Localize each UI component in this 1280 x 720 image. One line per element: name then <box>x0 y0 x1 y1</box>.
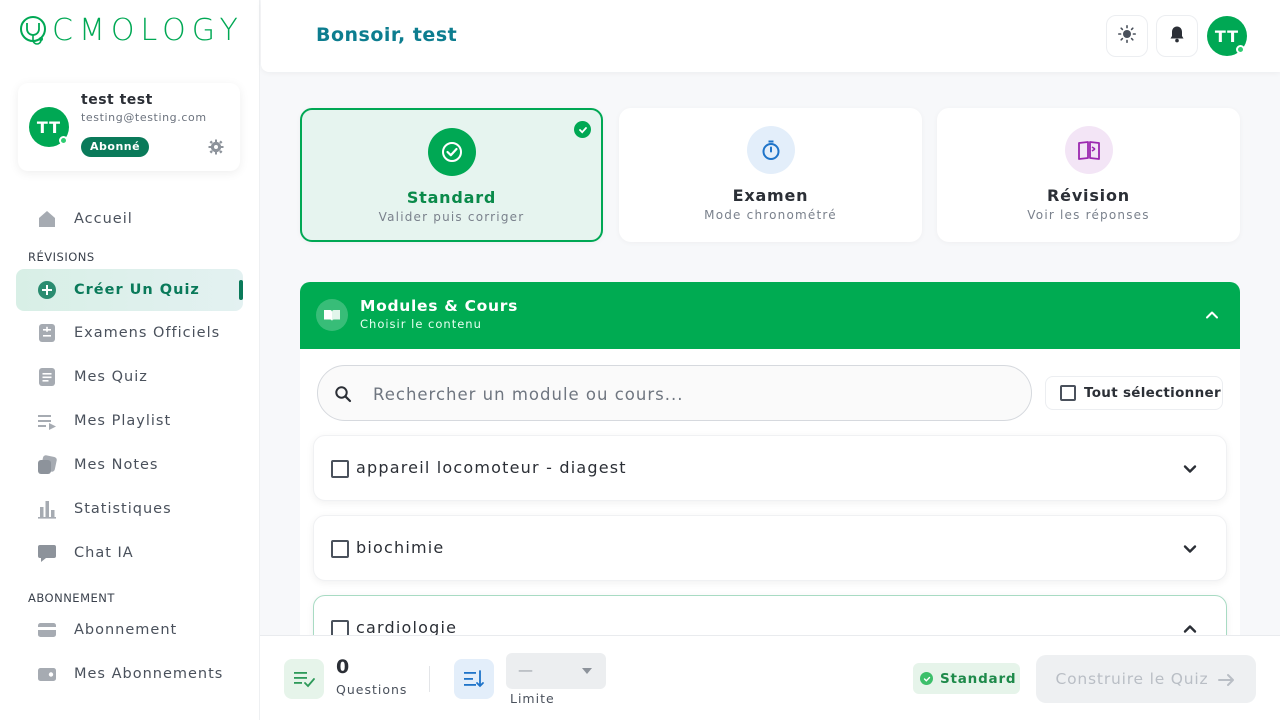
panel-subtitle: Choisir le contenu <box>360 317 482 331</box>
sidebar-item-mes-abonnements[interactable]: Mes Abonnements <box>16 653 243 695</box>
plus-circle-icon <box>37 280 57 300</box>
sidebar-item-label: Statistiques <box>74 501 172 517</box>
panel-title: Modules & Cours <box>360 297 518 315</box>
wallet-icon <box>37 664 57 684</box>
selected-check-icon <box>574 121 591 138</box>
module-label: appareil locomoteur - diagest <box>356 458 627 477</box>
select-all-button[interactable]: Tout sélectionner <box>1045 376 1223 410</box>
sidebar-section-abonnement: ABONNEMENT <box>28 591 115 605</box>
sidebar-item-label: Chat IA <box>74 545 134 561</box>
sidebar-item-examens-officiels[interactable]: Examens Officiels <box>16 312 243 354</box>
question-count-label: Questions <box>336 682 408 697</box>
chat-icon <box>37 543 57 563</box>
sidebar-item-creer-quiz[interactable]: Créer Un Quiz <box>16 269 243 311</box>
modules-panel-header[interactable]: Modules & Cours Choisir le contenu <box>300 282 1240 349</box>
limit-select[interactable]: — <box>506 653 606 689</box>
sidebar-item-abonnement[interactable]: Abonnement <box>16 609 243 651</box>
module-label: biochimie <box>356 538 445 557</box>
notes-icon <box>37 455 57 475</box>
mode-card-standard[interactable]: Standard Valider puis corriger <box>300 108 603 242</box>
status-badge: Abonné <box>81 137 150 157</box>
sidebar-item-label: Examens Officiels <box>74 325 221 341</box>
module-search <box>317 365 1032 421</box>
calculator-icon <box>37 323 57 343</box>
avatar-initials: TT <box>1214 26 1240 46</box>
greeting: Bonsoir, test <box>316 24 458 46</box>
check-circle-icon <box>920 672 933 685</box>
select-all-label: Tout sélectionner <box>1084 385 1221 401</box>
sidebar-item-mes-quiz[interactable]: Mes Quiz <box>16 356 243 398</box>
quiz-builder-bar: 0 Questions — Limite Standard Construire… <box>260 635 1280 720</box>
build-quiz-button[interactable]: Construire le Quiz <box>1036 655 1256 703</box>
select-all-checkbox[interactable] <box>1060 385 1076 401</box>
chevron-down-icon[interactable] <box>1182 461 1198 477</box>
sidebar-item-accueil[interactable]: Accueil <box>16 198 243 240</box>
caret-down-icon <box>582 668 592 674</box>
book-icon <box>316 299 348 331</box>
document-icon <box>37 367 57 387</box>
chevron-up-icon[interactable] <box>1204 307 1220 323</box>
sort-icon <box>454 659 494 699</box>
brand-name: CMOLOGY <box>52 13 244 48</box>
module-row[interactable]: appareil locomoteur - diagest <box>313 435 1227 501</box>
theme-toggle-button[interactable] <box>1106 15 1148 57</box>
mode-title: Standard <box>406 188 497 207</box>
sidebar-item-label: Créer Un Quiz <box>74 282 200 298</box>
bar-chart-icon <box>37 499 57 519</box>
mode-card-revision[interactable]: Révision Voir les réponses <box>937 108 1240 242</box>
online-status-dot <box>1236 45 1245 54</box>
sidebar-item-label: Mes Playlist <box>74 413 172 429</box>
mode-title: Examen <box>732 186 809 205</box>
limit-value: — <box>518 661 533 679</box>
open-book-icon <box>1064 126 1113 174</box>
mode-card-examen[interactable]: Examen Mode chronométré <box>619 108 922 242</box>
profile-card: TT test test testing@testing.com Abonné <box>18 83 240 171</box>
bell-icon <box>1168 25 1186 47</box>
question-count: 0 <box>336 656 350 678</box>
current-mode-badge: Standard <box>913 663 1020 694</box>
credit-card-icon <box>37 620 57 640</box>
sidebar-item-label: Abonnement <box>74 622 178 638</box>
online-status-dot <box>59 136 68 145</box>
limit-label: Limite <box>510 691 555 706</box>
playlist-icon <box>37 411 57 431</box>
chevron-down-icon[interactable] <box>1182 541 1198 557</box>
sidebar-item-label: Mes Quiz <box>74 369 148 385</box>
sidebar: CMOLOGY TT test test testing@testing.com… <box>0 0 260 720</box>
arrow-right-icon <box>1218 672 1236 686</box>
divider <box>429 666 430 692</box>
module-checkbox[interactable] <box>331 540 349 558</box>
module-checkbox[interactable] <box>331 460 349 478</box>
home-icon <box>37 209 57 229</box>
checklist-icon <box>284 659 324 699</box>
mode-subtitle: Valider puis corriger <box>378 210 525 224</box>
brand-logo[interactable]: CMOLOGY <box>18 15 244 47</box>
mode-subtitle: Mode chronométré <box>704 208 837 222</box>
check-circle-icon <box>427 128 476 176</box>
sidebar-section-revisions: RÉVISIONS <box>28 250 95 264</box>
sidebar-item-chat-ia[interactable]: Chat IA <box>16 532 243 574</box>
mode-title: Révision <box>1047 186 1130 205</box>
notifications-button[interactable] <box>1156 15 1198 57</box>
sidebar-item-mes-playlist[interactable]: Mes Playlist <box>16 400 243 442</box>
top-header: Bonsoir, test TT <box>261 0 1280 72</box>
avatar-initials: TT <box>36 117 62 137</box>
stethoscope-logo-icon <box>18 15 48 47</box>
sun-icon <box>1118 25 1137 47</box>
search-icon <box>334 385 352 403</box>
profile-email: testing@testing.com <box>81 111 207 124</box>
module-row[interactable]: biochimie <box>313 515 1227 581</box>
sidebar-item-label: Accueil <box>74 211 133 227</box>
mode-subtitle: Voir les réponses <box>1027 208 1150 222</box>
sidebar-item-label: Mes Abonnements <box>74 666 224 682</box>
gear-icon[interactable] <box>208 139 224 155</box>
current-mode-label: Standard <box>940 670 1017 687</box>
stopwatch-icon <box>746 126 795 174</box>
sidebar-item-label: Mes Notes <box>74 457 159 473</box>
sidebar-item-statistiques[interactable]: Statistiques <box>16 488 243 530</box>
profile-name: test test <box>81 92 153 108</box>
sidebar-item-mes-notes[interactable]: Mes Notes <box>16 444 243 486</box>
build-quiz-label: Construire le Quiz <box>1055 670 1209 688</box>
search-input[interactable] <box>373 380 1013 408</box>
